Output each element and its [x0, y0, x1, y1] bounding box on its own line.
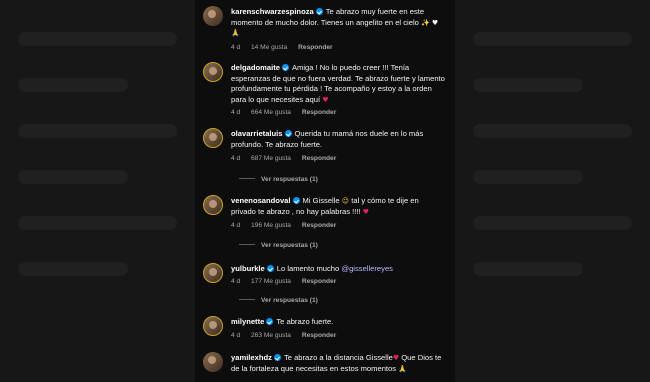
comment-emojis: ♥ [322, 95, 329, 104]
replies-divider [239, 178, 255, 179]
comment-body: yulburkle Lo lamento mucho @gissellereyes [231, 264, 445, 275]
background-page-left [0, 0, 195, 382]
comment-age: 4 d [231, 44, 241, 51]
comment-emojis-2: 🙏 [398, 364, 407, 373]
verified-badge-icon [292, 197, 300, 204]
verified-badge-icon [284, 130, 292, 137]
comment-likes[interactable]: 263 Me gusta [251, 332, 291, 339]
view-replies-button[interactable]: Ver respuestas (1) [239, 176, 318, 183]
comment-emojis-2: ♥ [362, 207, 370, 216]
avatar[interactable] [203, 195, 223, 215]
comment-item: delgadomaite Amiga ! No lo puedo creer !!… [203, 62, 447, 124]
comment-item: yamilexhdz Te abrazo a la distancia Gisse… [203, 352, 447, 382]
comment-username[interactable]: karenschwarzespinoza [231, 7, 314, 16]
ghost-row [18, 78, 128, 92]
ghost-row [18, 170, 128, 184]
replies-divider [239, 244, 255, 245]
comment-username[interactable]: olavarrietaluis [231, 129, 283, 138]
avatar[interactable] [203, 263, 223, 283]
comment-username[interactable]: delgadomaite [231, 63, 280, 72]
comment-text: Lo lamento mucho [276, 264, 340, 273]
avatar[interactable] [203, 316, 223, 336]
reply-button[interactable]: Responder [302, 109, 336, 116]
comment-body: yamilexhdz Te abrazo a la distancia Gisse… [231, 353, 445, 374]
reply-button[interactable]: Responder [302, 222, 336, 229]
avatar[interactable] [203, 352, 223, 372]
comment-meta: 4 d 177 Me gusta Responder [231, 278, 345, 285]
comment-item: yulburkle Lo lamento mucho @gissellereyes… [203, 263, 447, 309]
mention-link[interactable]: @gissellereyes [341, 264, 393, 273]
comment-item: karenschwarzespinoza Te abrazo muy fuerte… [203, 6, 447, 54]
verified-badge-icon [266, 318, 274, 325]
comment-meta: 4 d 263 Me gusta Responder [231, 332, 345, 339]
view-replies-label: Ver respuestas (1) [261, 176, 318, 183]
verified-badge-icon [281, 64, 289, 71]
comment-age: 4 d [231, 222, 241, 229]
comment-item: milynette Te abrazo fuerte. 4 d 263 Me gu… [203, 316, 447, 346]
comment-emojis: ☺ [341, 197, 350, 205]
ghost-row [18, 124, 177, 138]
view-replies-label: Ver respuestas (1) [261, 242, 318, 249]
comment-meta: 4 d 687 Me gusta Responder [231, 155, 345, 162]
comment-body: olavarrietaluis Querida tu mamá nos duele… [231, 129, 445, 150]
ghost-row [18, 262, 128, 276]
comment-emojis: ♥ [392, 354, 400, 362]
comment-text: Mi Gisselle [302, 196, 340, 205]
comment-body: karenschwarzespinoza Te abrazo muy fuerte… [231, 7, 445, 39]
ghost-row [473, 262, 583, 276]
comment-body: venenosandoval Mi Gisselle ☺ tal y cómo t… [231, 196, 445, 217]
ghost-row [18, 216, 177, 230]
comment-text: Te abrazo a la distancia Gisselle [283, 353, 393, 362]
comment-age: 4 d [231, 278, 241, 285]
ghost-row [473, 78, 583, 92]
replies-divider [239, 299, 255, 300]
comment-age: 4 d [231, 332, 241, 339]
comment-meta: 4 d 664 Me gusta Responder [231, 109, 345, 116]
comment-username[interactable]: yamilexhdz [231, 353, 272, 362]
avatar[interactable] [203, 128, 223, 148]
comment-username[interactable]: milynette [231, 317, 264, 326]
ghost-row [473, 170, 583, 184]
view-replies-label: Ver respuestas (1) [261, 297, 318, 304]
verified-badge-icon [315, 8, 323, 15]
comments-panel: karenschwarzespinoza Te abrazo muy fuerte… [195, 0, 455, 382]
comment-likes[interactable]: 196 Me gusta [251, 222, 291, 229]
reply-button[interactable]: Responder [298, 44, 332, 51]
comment-item: venenosandoval Mi Gisselle ☺ tal y cómo t… [203, 195, 447, 253]
verified-badge-icon [273, 354, 281, 361]
ghost-row [18, 32, 177, 46]
reply-button[interactable]: Responder [302, 155, 336, 162]
ghost-row [473, 124, 632, 138]
comment-meta: 4 d 14 Me gusta Responder [231, 44, 342, 51]
view-replies-button[interactable]: Ver respuestas (1) [239, 242, 318, 249]
ghost-row [473, 216, 632, 230]
comment-body: delgadomaite Amiga ! No lo puedo creer !!… [231, 63, 445, 105]
comment-age: 4 d [231, 155, 241, 162]
verified-badge-icon [266, 265, 274, 272]
comment-likes[interactable]: 687 Me gusta [251, 155, 291, 162]
reply-button[interactable]: Responder [302, 332, 336, 339]
avatar[interactable] [203, 62, 223, 82]
comment-text: Te abrazo fuerte. [276, 317, 334, 326]
comment-likes[interactable]: 14 Me gusta [251, 44, 287, 51]
view-replies-button[interactable]: Ver respuestas (1) [239, 297, 318, 304]
comment-meta: 4 d 196 Me gusta Responder [231, 222, 345, 229]
avatar[interactable] [203, 6, 223, 26]
reply-button[interactable]: Responder [302, 278, 336, 285]
comment-likes[interactable]: 664 Me gusta [251, 109, 291, 116]
comment-likes[interactable]: 177 Me gusta [251, 278, 291, 285]
comment-item: olavarrietaluis Querida tu mamá nos duele… [203, 128, 447, 186]
comment-username[interactable]: yulburkle [231, 264, 265, 273]
background-page-right [455, 0, 650, 382]
ghost-row [473, 32, 632, 46]
comment-body: milynette Te abrazo fuerte. [231, 317, 445, 328]
comment-age: 4 d [231, 109, 241, 116]
comment-username[interactable]: venenosandoval [231, 196, 291, 205]
